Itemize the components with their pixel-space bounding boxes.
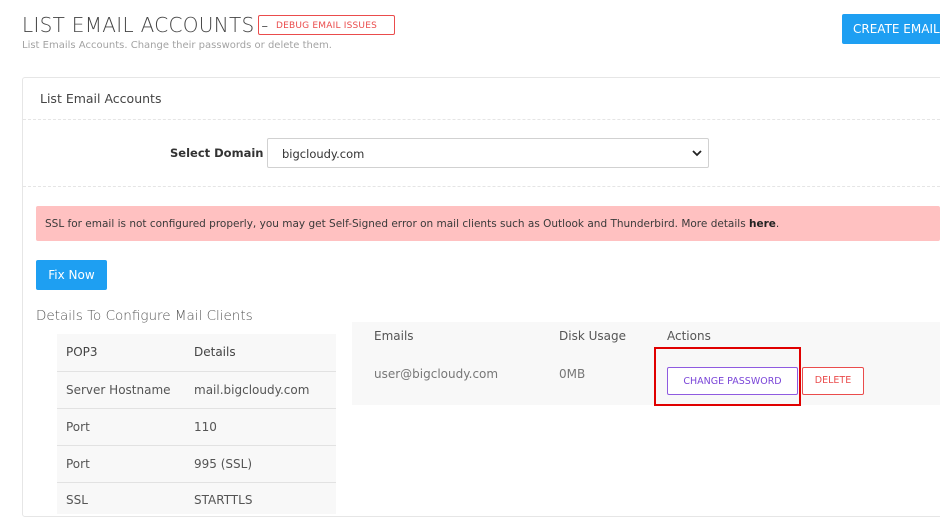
row-value: STARTTLS — [194, 493, 253, 507]
table-header: Actions — [667, 329, 711, 343]
select-domain-label: Select Domain — [170, 146, 264, 160]
page-subtitle: List Emails Accounts. Change their passw… — [22, 40, 332, 51]
table-header: Emails — [374, 329, 414, 343]
here-link[interactable]: here — [749, 218, 776, 230]
table-header: POP3 — [66, 345, 98, 359]
domain-select-value: bigcloudy.com — [282, 147, 365, 161]
divider — [23, 186, 940, 187]
table-header: Details — [194, 345, 236, 359]
row-value: mail.bigcloudy.com — [194, 383, 310, 397]
row-label: SSL — [66, 493, 88, 507]
ssl-alert-text: SSL for email is not configured properly… — [45, 218, 780, 230]
table-header: Disk Usage — [559, 329, 626, 343]
debug-email-issues-button[interactable]: DEBUG EMAIL ISSUES — [258, 15, 395, 35]
row-label: Port — [66, 420, 90, 434]
create-email-button[interactable]: CREATE EMAIL — [842, 14, 940, 44]
fix-now-button[interactable]: Fix Now — [36, 260, 107, 290]
highlight-box — [654, 347, 801, 406]
page-title: LIST EMAIL ACCOUNTS - — [22, 13, 269, 37]
row-label: Port — [66, 457, 90, 471]
mail-clients-heading: Details To Configure Mail Clients — [36, 308, 253, 324]
email-address: user@bigcloudy.com — [374, 367, 499, 381]
delete-button[interactable]: DELETE — [802, 367, 864, 395]
row-label: Server Hostname — [66, 383, 171, 397]
panel-title: List Email Accounts — [40, 91, 162, 106]
divider — [23, 119, 940, 120]
row-value: 995 (SSL) — [194, 457, 253, 471]
chevron-down-icon — [692, 150, 702, 157]
disk-usage: 0MB — [559, 367, 586, 381]
row-value: 110 — [194, 420, 217, 434]
